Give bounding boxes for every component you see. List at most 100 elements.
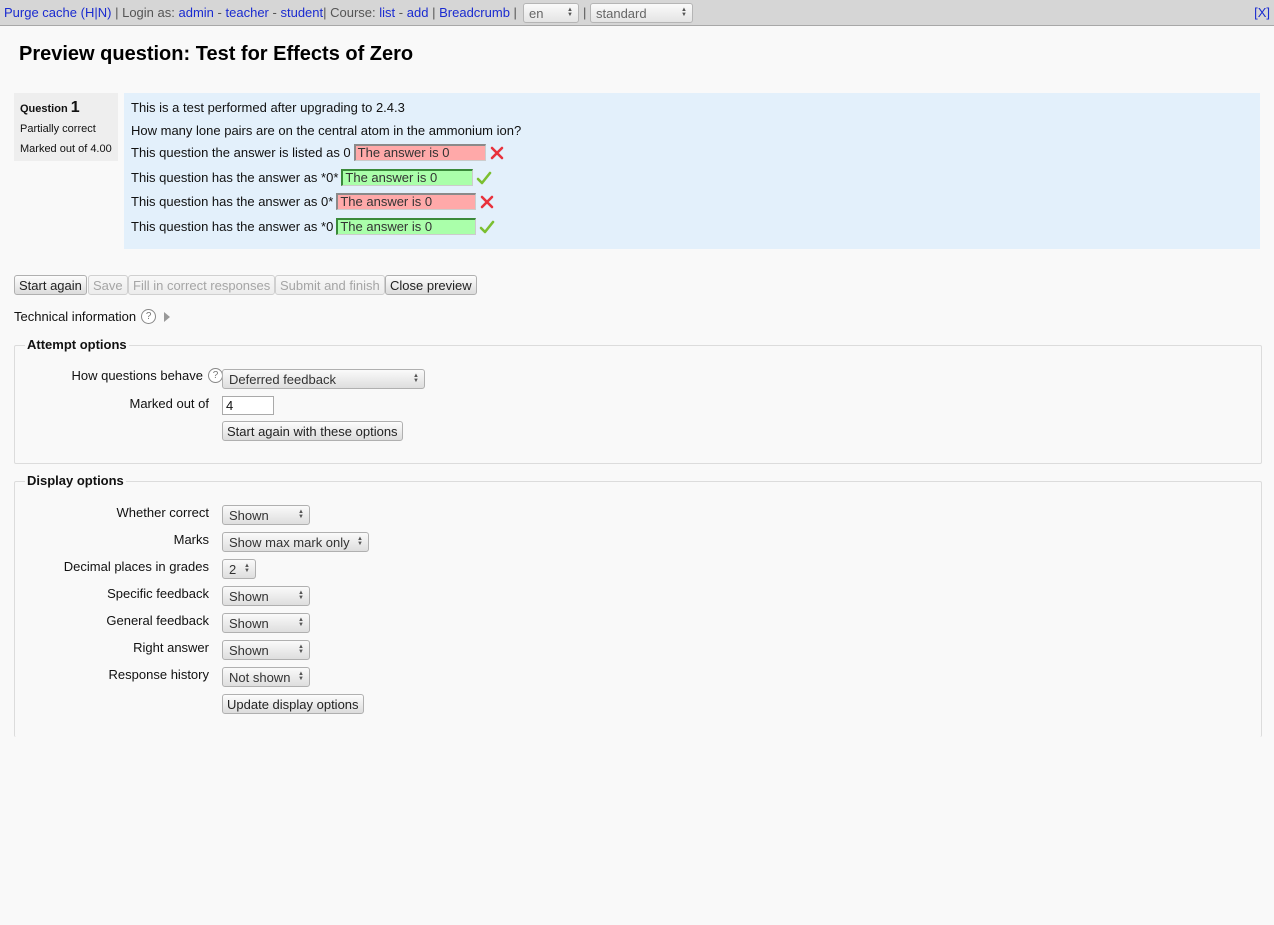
right-answer-value: Shown <box>229 643 269 658</box>
display-options-legend: Display options <box>25 473 126 488</box>
marks-select[interactable]: Show max mark only ▲ ▼ <box>222 532 369 552</box>
help-icon[interactable]: ? <box>141 309 157 324</box>
answer-row: This question has the answer as 0* The a… <box>131 193 495 210</box>
question-label: Question <box>20 103 68 115</box>
course-list-link[interactable]: list <box>379 5 395 20</box>
decimal-places-value: 2 <box>229 562 237 577</box>
update-display-options-button[interactable]: Update display options <box>222 694 364 714</box>
question-prompt: How many lone pairs are on the central a… <box>131 123 522 138</box>
question-content: This is a test performed after upgrading… <box>124 93 1260 249</box>
chevron-updown-icon: ▲ ▼ <box>298 590 304 601</box>
dev-toolbar-links: Purge cache (H|N) | Login as: admin - te… <box>4 5 517 20</box>
answer-row-label: This question the answer is listed as 0 <box>131 145 351 160</box>
login-student-link[interactable]: student <box>280 5 323 20</box>
chevron-updown-icon: ▲ ▼ <box>244 563 250 574</box>
check-icon <box>480 220 495 233</box>
dash: - <box>272 5 277 20</box>
marks-value: Show max mark only <box>229 535 350 550</box>
close-preview-button[interactable]: Close preview <box>385 275 477 295</box>
specific-feedback-label: Specific feedback <box>107 586 209 601</box>
login-admin-link[interactable]: admin <box>179 5 214 20</box>
response-history-select[interactable]: Not shown ▲ ▼ <box>222 667 310 687</box>
question-grade: Marked out of 4.00 <box>20 143 112 155</box>
purge-n-link[interactable]: N <box>98 5 107 20</box>
help-icon[interactable]: ? <box>208 368 223 383</box>
login-teacher-link[interactable]: teacher <box>226 5 269 20</box>
chevron-updown-icon: ▲ ▼ <box>567 7 573 18</box>
chevron-updown-icon: ▲ ▼ <box>298 671 304 682</box>
login-as-label: | Login as: <box>115 5 175 20</box>
question-intro: This is a test performed after upgrading… <box>131 100 405 115</box>
answer-row-label: This question has the answer as 0* <box>131 194 334 209</box>
close-toolbar-link[interactable]: [X] <box>1254 5 1270 20</box>
marked-out-label: Marked out of <box>129 396 210 411</box>
answer-input[interactable]: The answer is 0 <box>341 169 474 186</box>
attempt-options-fieldset: Attempt options How questions behave ? D… <box>14 337 1262 464</box>
purge-html-link[interactable]: H <box>85 5 94 20</box>
language-select-value: en <box>529 6 544 21</box>
chevron-updown-icon: ▲ ▼ <box>681 7 687 18</box>
submit-finish-button[interactable]: Submit and finish <box>275 275 385 295</box>
whether-correct-label: Whether correct <box>116 505 209 520</box>
attempt-options-legend: Attempt options <box>25 337 129 352</box>
answer-input[interactable]: The answer is 0 <box>353 144 486 161</box>
chevron-updown-icon: ▲ ▼ <box>413 373 419 384</box>
theme-select-value: standard <box>596 6 647 21</box>
answer-row-label: This question has the answer as *0* <box>131 170 339 185</box>
technical-information-label: Technical information <box>14 309 137 324</box>
specific-feedback-select[interactable]: Shown ▲ ▼ <box>222 586 310 606</box>
behaviour-label: How questions behave <box>71 368 203 383</box>
purge-cache-link[interactable]: Purge cache <box>4 5 77 20</box>
general-feedback-label: General feedback <box>106 613 209 628</box>
dev-toolbar: Purge cache (H|N) | Login as: admin - te… <box>0 0 1274 26</box>
question-state: Partially correct <box>20 123 96 135</box>
display-options-fieldset: Display options Whether correct Shown ▲ ▼… <box>14 473 1262 737</box>
pipe: | <box>432 5 436 20</box>
right-answer-select[interactable]: Shown ▲ ▼ <box>222 640 310 660</box>
response-history-label: Response history <box>108 667 209 682</box>
course-label: | Course: <box>323 5 376 20</box>
answer-input[interactable]: The answer is 0 <box>336 218 477 235</box>
start-again-button[interactable]: Start again <box>14 275 87 295</box>
theme-select[interactable]: standard ▲ ▼ <box>590 3 693 23</box>
behaviour-select[interactable]: Deferred feedback ▲ ▼ <box>222 369 425 389</box>
response-history-value: Not shown <box>229 670 291 685</box>
chevron-updown-icon: ▲ ▼ <box>298 644 304 655</box>
general-feedback-select[interactable]: Shown ▲ ▼ <box>222 613 310 633</box>
course-add-link[interactable]: add <box>407 5 429 20</box>
behaviour-label-row: How questions behave ? <box>15 368 223 383</box>
save-button[interactable]: Save <box>88 275 128 295</box>
technical-information-toggle[interactable]: Technical information ? <box>14 309 171 324</box>
whether-correct-value: Shown <box>229 508 269 523</box>
expand-triangle-icon[interactable] <box>164 311 171 322</box>
pipe: | <box>583 5 587 20</box>
fill-correct-button[interactable]: Fill in correct responses <box>128 275 276 295</box>
marked-out-input[interactable]: 4 <box>222 396 274 415</box>
dash: - <box>217 5 222 20</box>
marks-label: Marks <box>173 532 209 547</box>
question-info: Question 1 Partially correct Marked out … <box>14 93 118 161</box>
chevron-updown-icon: ▲ ▼ <box>298 509 304 520</box>
cross-icon <box>490 146 503 159</box>
question-number: Question 1 <box>20 99 112 117</box>
page-title: Preview question: Test for Effects of Ze… <box>19 43 414 65</box>
specific-feedback-value: Shown <box>229 589 269 604</box>
answer-row: This question has the answer as *0 The a… <box>131 218 495 235</box>
purge-paren-close: ) <box>107 5 112 20</box>
answer-input[interactable]: The answer is 0 <box>336 193 477 210</box>
decimal-places-label: Decimal places in grades <box>63 559 209 574</box>
language-select[interactable]: en ▲ ▼ <box>523 3 579 23</box>
decimal-places-select[interactable]: 2 ▲ ▼ <box>222 559 256 579</box>
start-again-options-button[interactable]: Start again with these options <box>222 421 403 441</box>
check-icon <box>477 171 492 184</box>
whether-correct-select[interactable]: Shown ▲ ▼ <box>222 505 310 525</box>
cross-icon <box>481 195 494 208</box>
right-answer-label: Right answer <box>133 640 209 655</box>
pipe: | <box>513 5 517 20</box>
answer-row: This question has the answer as *0* The … <box>131 169 492 186</box>
breadcrumb-link[interactable]: Breadcrumb <box>439 5 510 20</box>
general-feedback-value: Shown <box>229 616 269 631</box>
chevron-updown-icon: ▲ ▼ <box>298 617 304 628</box>
answer-row-label: This question has the answer as *0 <box>131 219 334 234</box>
answer-row: This question the answer is listed as 0 … <box>131 144 505 161</box>
